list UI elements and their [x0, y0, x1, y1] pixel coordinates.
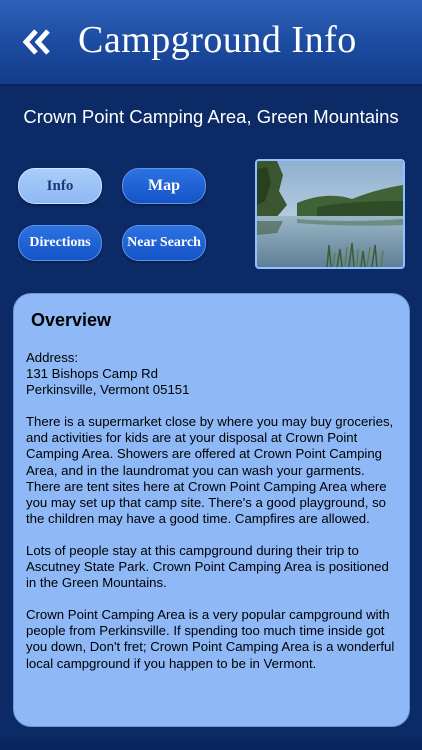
overview-body: Address: 131 Bishops Camp Rd Perkinsvill…	[26, 350, 398, 688]
address-city: Perkinsville, Vermont 05151	[26, 382, 190, 398]
back-button[interactable]	[20, 26, 54, 58]
header-bar: Campground Info	[0, 0, 422, 86]
overview-title: Overview	[31, 310, 112, 330]
address-street: 131 Bishops Camp Rd	[26, 366, 158, 382]
double-chevron-left-icon	[22, 29, 50, 55]
campground-photo[interactable]	[255, 159, 405, 269]
directions-button[interactable]: Directions	[18, 225, 102, 261]
overview-paragraph-1: There is a supermarket close by where yo…	[26, 414, 394, 526]
map-button[interactable]: Map	[122, 168, 206, 204]
page-title: Campground Info	[78, 19, 357, 61]
near-search-button[interactable]: Near Search	[122, 225, 206, 261]
address-label: Address:	[26, 350, 79, 365]
overview-paragraph-3: Crown Point Camping Area is a very popul…	[26, 607, 395, 671]
overview-paragraph-2: Lots of people stay at this campground d…	[26, 542, 389, 591]
campground-name: Crown Point Camping Area, Green Mountain…	[23, 106, 399, 127]
info-button[interactable]: Info	[18, 168, 102, 204]
bottom-bar	[0, 740, 422, 750]
lake-photo	[257, 161, 403, 267]
overview-panel: Overview Address: 131 Bishops Camp Rd Pe…	[13, 293, 410, 727]
